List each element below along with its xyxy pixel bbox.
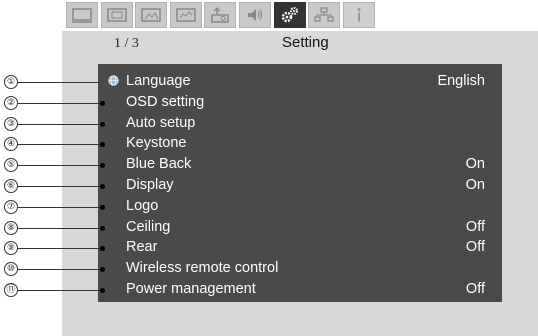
tab-sound[interactable] bbox=[238, 2, 271, 28]
menu-item-label: Wireless remote control bbox=[126, 260, 279, 277]
bullet-dot bbox=[100, 184, 105, 189]
callout-number: ④ bbox=[4, 137, 18, 152]
menu-item-rear[interactable]: Rear Off bbox=[98, 238, 502, 258]
screen-adjust-icon bbox=[106, 8, 127, 22]
callout-number: ② bbox=[4, 95, 18, 110]
sound-icon bbox=[247, 9, 263, 21]
globe-icon bbox=[108, 75, 119, 86]
callout-number: ③ bbox=[4, 116, 18, 131]
menu-item-label: Keystone bbox=[126, 135, 187, 152]
callout-number: ⑧ bbox=[4, 220, 18, 235]
bullet-dot bbox=[100, 225, 105, 231]
callout-leader-line bbox=[18, 206, 100, 208]
bullet-dot bbox=[100, 288, 105, 293]
callout-leader-line bbox=[18, 269, 100, 271]
menu-item-label: Display bbox=[126, 177, 174, 193]
callout-leader-line bbox=[18, 123, 100, 125]
tab-projector[interactable] bbox=[204, 2, 237, 28]
bullet-dot bbox=[100, 204, 105, 210]
menu-item-osd-setting[interactable]: OSD setting bbox=[98, 93, 502, 113]
menu-item-label: Language bbox=[126, 73, 191, 89]
network-icon bbox=[314, 7, 334, 22]
tab-info[interactable] bbox=[342, 2, 375, 28]
menu-item-wireless-remote-control[interactable]: Wireless remote control bbox=[98, 259, 502, 279]
tab-screen-adjust[interactable] bbox=[100, 2, 133, 28]
callout-leader-line bbox=[18, 248, 100, 250]
page-title: Setting bbox=[282, 34, 329, 51]
callout-leader-line bbox=[18, 144, 100, 146]
callout-number: ⑪ bbox=[4, 283, 18, 297]
menu-item-display[interactable]: Display On bbox=[98, 176, 502, 196]
image-icon bbox=[141, 8, 161, 22]
bullet-dot bbox=[100, 163, 105, 169]
menu-item-value: On bbox=[465, 156, 485, 173]
menu-item-ceiling[interactable]: Ceiling Off bbox=[98, 218, 502, 238]
menu-item-value: Off bbox=[465, 239, 485, 256]
projector-icon bbox=[211, 7, 230, 23]
tab-image[interactable] bbox=[135, 2, 168, 28]
tab-setting[interactable] bbox=[273, 2, 306, 28]
menu-item-value: English bbox=[437, 73, 485, 89]
callout-number: ① bbox=[4, 75, 18, 89]
setting-gears-icon bbox=[281, 7, 298, 23]
callout-number: ⑩ bbox=[4, 262, 18, 277]
callout-leader-line bbox=[18, 186, 100, 187]
bullet-dot bbox=[100, 121, 105, 127]
menu-item-value: On bbox=[465, 177, 485, 193]
tab-picture-adjust[interactable] bbox=[66, 2, 98, 28]
bullet-dot bbox=[100, 267, 105, 273]
input-select-icon bbox=[176, 8, 196, 22]
menu-item-power-management[interactable]: Power management Off bbox=[98, 280, 502, 300]
info-icon bbox=[357, 8, 361, 22]
tab-bar bbox=[66, 2, 377, 30]
menu-item-value: Off bbox=[465, 281, 485, 297]
callout-leader-line bbox=[18, 165, 100, 167]
menu-item-label: OSD setting bbox=[126, 93, 205, 110]
callout-number: ⑥ bbox=[4, 179, 18, 193]
tab-input-select[interactable] bbox=[169, 2, 202, 28]
menu-item-auto-setup[interactable]: Auto setup bbox=[98, 114, 502, 134]
menu-item-logo[interactable]: Logo bbox=[98, 197, 502, 217]
callout-leader-line bbox=[18, 290, 100, 291]
callout-leader-line bbox=[18, 102, 100, 104]
bullet-dot bbox=[100, 100, 105, 106]
tab-network[interactable] bbox=[308, 2, 341, 28]
menu-item-blue-back[interactable]: Blue Back On bbox=[98, 155, 502, 175]
callout-number: ⑨ bbox=[4, 241, 18, 256]
menu-item-label: Ceiling bbox=[126, 218, 171, 235]
menu-item-label: Logo bbox=[126, 197, 159, 214]
menu-item-value: Off bbox=[465, 218, 485, 235]
page-indicator: 1 / 3 bbox=[114, 36, 139, 51]
callout-leader-line bbox=[18, 227, 100, 229]
callout-leader-line bbox=[18, 82, 100, 83]
menu-item-label: Auto setup bbox=[126, 114, 196, 131]
picture-adjust-icon bbox=[72, 8, 92, 23]
bullet-dot bbox=[100, 246, 105, 252]
callout-number: ⑤ bbox=[4, 158, 18, 173]
menu-header: 1 / 3 Setting bbox=[62, 31, 538, 57]
bullet-dot bbox=[100, 142, 105, 148]
menu-item-language[interactable]: Language English bbox=[98, 72, 502, 92]
menu-item-keystone[interactable]: Keystone bbox=[98, 134, 502, 154]
menu-item-label: Blue Back bbox=[126, 156, 192, 173]
callout-number: ⑦ bbox=[4, 199, 18, 214]
menu-item-label: Rear bbox=[126, 239, 158, 256]
menu-item-label: Power management bbox=[126, 281, 256, 297]
